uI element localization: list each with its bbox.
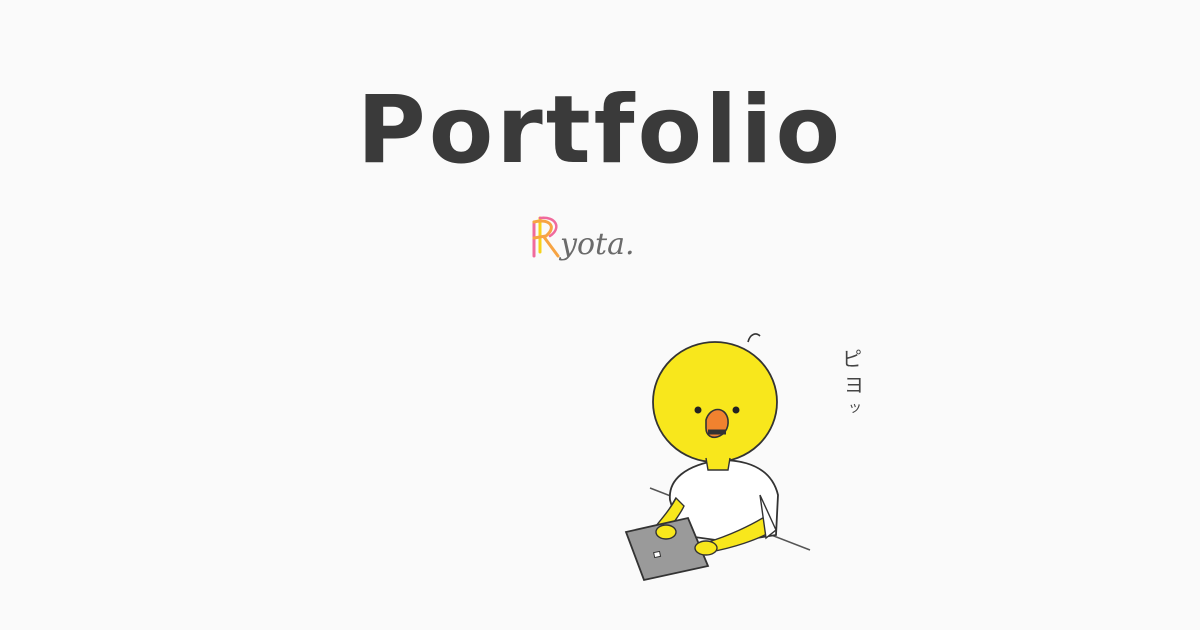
logo-monogram-icon: [532, 216, 560, 258]
neck: [705, 457, 731, 471]
chick-head: [652, 341, 778, 463]
right-hand: [694, 540, 718, 556]
sound-effect-char-3: ッ: [848, 400, 862, 416]
page-title: Portfolio: [356, 76, 844, 185]
chick-illustration: ピ ヨ ッ: [624, 333, 864, 582]
hair-tuft: [747, 333, 761, 343]
logo: yota.: [532, 216, 635, 262]
left-eye: [694, 406, 702, 414]
laptop-logo-icon: [653, 550, 662, 559]
logo-text: yota.: [558, 227, 635, 262]
sound-effect-char-2: ヨ: [844, 373, 864, 397]
sound-effect-char-1: ピ: [842, 347, 862, 371]
right-eye: [732, 406, 740, 414]
left-hand: [655, 524, 677, 540]
page: Portfolio yota. ピ ヨ ッ: [0, 0, 1200, 630]
